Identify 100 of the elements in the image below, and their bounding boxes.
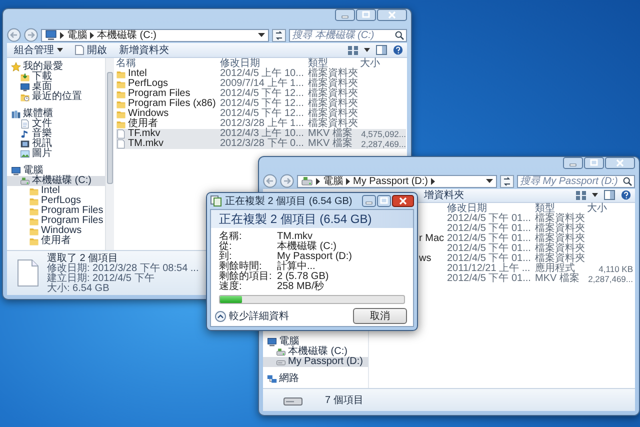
toolbar-button[interactable]: 新增資料夾 [116,44,172,56]
nav-item[interactable]: 媒體櫃 [7,109,105,119]
breadcrumb[interactable]: My Passport (D:) [353,176,428,187]
forward-button[interactable] [280,174,294,188]
file-property: 修改日期: 2012/3/28 下午 08:54 ... [47,264,199,274]
breadcrumb[interactable]: 電腦 [323,176,343,187]
nav-item[interactable]: 使用者 [7,236,105,246]
caret-down-icon[interactable] [364,48,370,52]
nav-item[interactable]: 網路 [263,374,368,384]
grid-view-icon[interactable] [348,46,358,54]
preview-pane-icon[interactable] [604,190,615,200]
file-row[interactable]: Windows 2012/4/5 下午 12... 檔案資料夾 [116,109,406,119]
modified-date: 2012/3/28 上午 1... [220,119,305,129]
column-header[interactable]: 類型 [308,58,360,69]
nav-item[interactable]: 下載 [7,72,105,82]
file-row[interactable]: Program Files 2012/4/5 下午 12... 檔案資料夾 [116,89,406,99]
modified-date: 2012/4/5 上午 10... [220,69,305,79]
back-button[interactable] [263,174,277,188]
column-header[interactable]: 修改日期 [220,58,308,69]
file-row[interactable]: ws 2012/4/5 下午 01... 檔案資料夾 [419,254,633,264]
maximize-button[interactable] [377,195,391,207]
nav-item[interactable]: 桌面 [7,82,105,92]
preview-pane-icon[interactable] [376,45,387,55]
file-row[interactable]: Intel 2012/4/5 上午 10... 檔案資料夾 [116,69,406,79]
chevron-right-icon [346,178,350,185]
file-row[interactable]: 2012/4/5 下午 01... 檔案資料夾 [419,224,633,234]
file-row[interactable]: Program Files (x86) 2012/4/5 下午 12... 檔案資料夾 [116,99,406,109]
file-row[interactable]: 2012/4/5 下午 01... 檔案資料夾 [419,214,633,224]
nav-item[interactable]: Windows [7,226,105,236]
file-row[interactable]: 2011/12/21 上午 ... 應用程式 4,110 KB [419,264,633,274]
books-icon [11,109,21,119]
file-name: TF.mkv [128,129,160,139]
breadcrumb[interactable]: 本機磁碟 (C:) [97,30,156,40]
close-button[interactable] [392,195,414,207]
help-icon[interactable] [621,190,631,200]
scrollbar-thumb[interactable] [107,72,113,184]
grid-view-icon[interactable] [576,190,586,200]
file-row[interactable]: TF.mkv 2012/4/3 上午 10... MKV 檔案 4,575,092... [116,129,406,139]
maximize-button[interactable] [356,9,376,21]
nav-item[interactable]: 本機磁碟 (C:) [7,176,105,186]
file-row[interactable]: TM.mkv 2012/3/28 下午 0... MKV 檔案 2,287,469... [116,139,406,149]
address-bar[interactable]: 電腦 本機磁碟 (C:) [41,28,269,42]
file-row[interactable]: r Mac 2012/4/5 下午 01... 檔案資料夾 [419,234,633,244]
modified-date: 2012/4/5 下午 01... [447,274,532,284]
nav-item[interactable]: 文件 [7,119,105,129]
nav-item[interactable]: Intel [7,186,105,196]
maximize-button[interactable] [584,157,604,169]
forward-button[interactable] [24,28,38,42]
drive-icon [276,346,286,357]
details-toggle[interactable]: 較少詳細資料 [215,309,289,323]
column-header[interactable]: 類型 [535,202,587,214]
document-icon [20,119,30,129]
nav-item[interactable]: PerfLogs [7,196,105,206]
minimize-button[interactable] [335,9,355,21]
toolbar-button[interactable]: 增資料夾 [421,188,467,202]
network-icon [267,374,277,384]
nav-item[interactable]: 本機磁碟 (C:) [263,346,368,357]
nav-item[interactable]: Program Files [7,206,105,216]
nav-item[interactable]: Program Files [7,216,105,226]
column-header[interactable]: 修改日期 [447,202,535,214]
toolbar-button[interactable]: 組合管理 [11,44,66,56]
download-folder-icon [20,72,30,82]
file-size: 2,287,469... [587,274,633,284]
refresh-icon[interactable] [272,28,286,42]
nav-item[interactable]: 音樂 [7,129,105,139]
minimize-button[interactable] [563,157,583,169]
field-value: 計算中... [277,262,316,272]
scrollbar[interactable] [105,58,114,250]
refresh-icon[interactable] [500,174,514,188]
back-button[interactable] [7,28,21,42]
toolbar-button[interactable]: 開啟 [72,44,110,56]
file-name: ws [419,254,432,264]
minimize-button[interactable] [362,195,376,207]
search-field[interactable]: 搜尋 My Passport (D:) [517,174,635,188]
nav-item[interactable]: 電腦 [263,336,368,347]
help-icon[interactable] [393,45,403,55]
file-row[interactable]: 2012/4/5 下午 01... 檔案資料夾 [419,244,633,254]
nav-item[interactable]: 視訊 [7,139,105,149]
column-header[interactable]: 大小 [587,202,633,214]
nav-item[interactable]: 我的最愛 [7,62,105,72]
caret-down-icon [258,33,265,37]
file-row[interactable]: 使用者 2012/3/28 上午 1... 檔案資料夾 [116,119,406,129]
search-field[interactable]: 搜尋 本機磁碟 (C:) [289,28,407,42]
nav-item[interactable]: 圖片 [7,149,105,159]
column-header[interactable]: 大小 [360,58,406,69]
file-row[interactable]: 2012/4/5 下午 01... MKV 檔案 2,287,469... [419,274,633,284]
nav-item[interactable]: 電腦 [7,166,105,176]
nav-item[interactable]: 最近的位置 [7,92,105,102]
address-bar[interactable]: 電腦 My Passport (D:) [297,174,497,188]
caret-down-icon[interactable] [592,193,598,198]
drive-icon [301,175,313,188]
field-label: 剩餘時間: [219,262,262,272]
folder-icon [29,216,39,226]
nav-item[interactable]: My Passport (D:) [263,356,368,367]
column-header[interactable]: 名稱 [116,58,220,69]
folder-icon [116,69,126,79]
file-row[interactable]: PerfLogs 2009/7/14 上午 1... 檔案資料夾 [116,79,406,89]
cancel-button[interactable]: 取消 [353,308,407,324]
breadcrumb[interactable]: 電腦 [67,30,87,40]
folder-icon [29,206,39,216]
